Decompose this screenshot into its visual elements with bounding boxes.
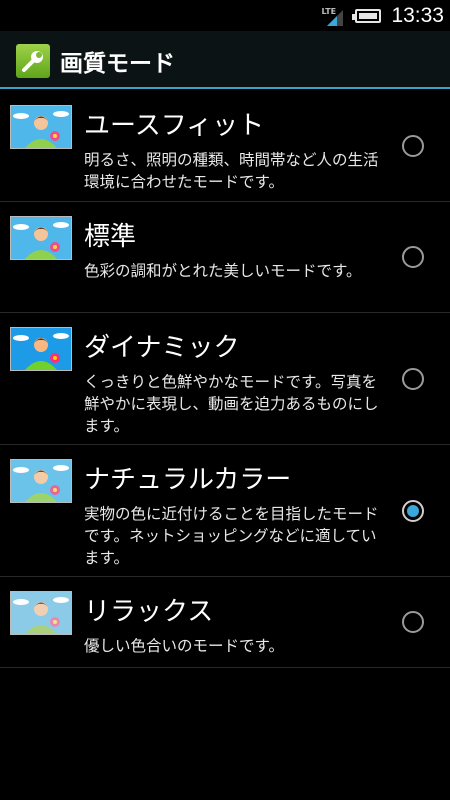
mode-description: 色彩の調和がとれた美しいモードです。 [84,262,362,280]
mode-radio[interactable] [402,246,424,268]
mode-item-dynamic[interactable]: ダイナミック くっきりと色鮮やかなモードです。写真を鮮やかに表現し、動画を迫力あ… [0,313,450,445]
radio-selected-indicator [407,505,419,517]
mode-title: ナチュラルカラー [84,465,292,495]
mode-title: ダイナミック [84,333,240,363]
mode-title: 標準 [84,222,137,252]
mode-item-natural-color[interactable]: ナチュラルカラー 実物の色に近付けることを目指したモードです。ネットショッピング… [0,445,450,577]
mode-list: ユースフィット 明るさ、照明の種類、時間帯など人の生活環境に合わせたモードです。… [0,91,450,668]
mode-radio-selected[interactable] [402,500,424,522]
mode-thumbnail-icon [10,591,72,635]
mode-radio[interactable] [402,135,424,157]
battery-icon [352,8,382,23]
mode-description: 明るさ、照明の種類、時間帯など人の生活環境に合わせたモードです。 [84,151,379,191]
mode-thumbnail-icon [10,216,72,260]
page-title: 画質モード [60,51,175,77]
action-bar: 画質モード [0,31,450,89]
mode-thumbnail-icon [10,327,72,371]
mode-title: リラックス [84,597,214,627]
mode-thumbnail-icon [10,459,72,503]
status-bar: LTE 13:33 [0,0,450,31]
mode-title: ユースフィット [84,111,265,141]
mode-thumbnail-icon [10,105,72,149]
mode-item-youthfit[interactable]: ユースフィット 明るさ、照明の種類、時間帯など人の生活環境に合わせたモードです。 [0,91,450,202]
mode-description: くっきりと色鮮やかなモードです。写真を鮮やかに表現し、動画を迫力あるものにします… [84,373,379,435]
mode-radio[interactable] [402,368,424,390]
status-clock: 13:33 [391,3,444,27]
wrench-icon [16,44,50,78]
mode-description: 優しい色合いのモードです。 [84,637,284,655]
mode-radio[interactable] [402,611,424,633]
mode-item-standard[interactable]: 標準 色彩の調和がとれた美しいモードです。 [0,202,450,313]
lte-signal-icon: LTE [321,4,345,28]
mode-item-relax[interactable]: リラックス 優しい色合いのモードです。 [0,577,450,668]
mode-description: 実物の色に近付けることを目指したモードです。ネットショッピングなどに適しています… [84,505,379,567]
